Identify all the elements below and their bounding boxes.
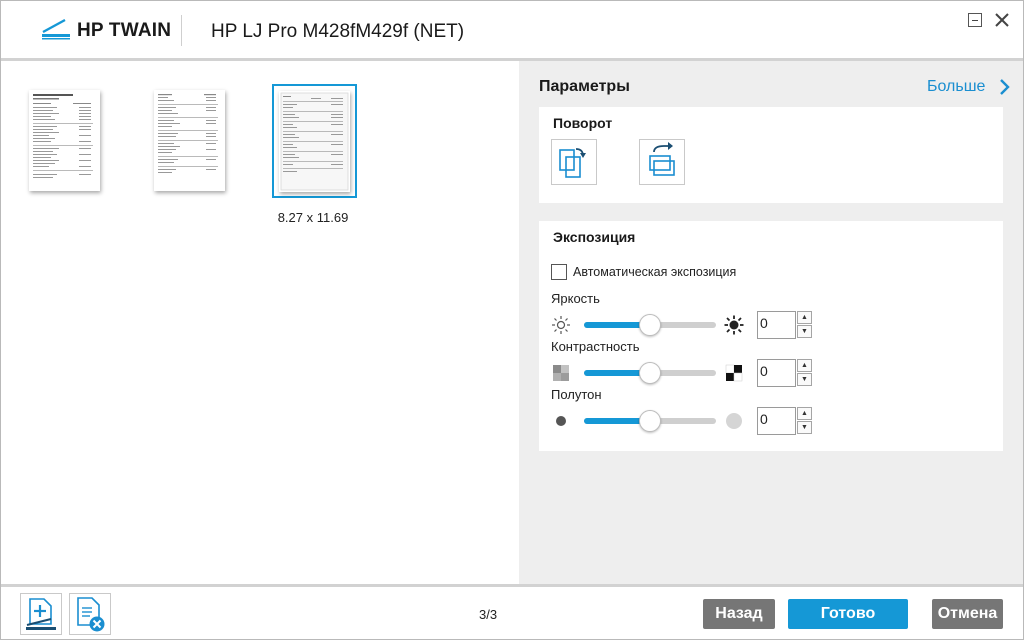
brightness-slider[interactable] <box>584 312 716 336</box>
settings-title: Параметры <box>539 78 630 95</box>
rotation-title: Поворот <box>553 115 613 131</box>
brightness-increment-button[interactable]: ▲ <box>797 311 812 324</box>
done-button[interactable]: Готово <box>788 599 908 629</box>
midtone-spinner: ▲ ▼ <box>797 407 812 435</box>
contrast-decrement-button[interactable]: ▼ <box>797 373 812 386</box>
app-name: HP TWAIN <box>77 20 172 41</box>
delete-page-button[interactable] <box>69 593 111 635</box>
back-button[interactable]: Назад <box>703 599 775 629</box>
exposure-section: Экспозиция Автоматическая экспозиция Ярк… <box>539 221 1003 451</box>
contrast-low-icon <box>553 365 569 381</box>
midtone-light-icon <box>726 413 742 429</box>
settings-pane: Параметры Больше Поворот Экспозиция Авто… <box>519 61 1023 584</box>
contrast-value-input[interactable]: 0 <box>757 359 796 387</box>
cancel-button[interactable]: Отмена <box>932 599 1003 629</box>
brightness-decrement-button[interactable]: ▼ <box>797 325 812 338</box>
contrast-label: Контрастность <box>551 339 640 354</box>
page-thumbnail-2[interactable] <box>154 90 225 191</box>
midtone-label: Полутон <box>551 387 602 402</box>
midtone-value-input[interactable]: 0 <box>757 407 796 435</box>
contrast-slider[interactable] <box>584 360 716 384</box>
page-thumbnail-3-selected[interactable] <box>272 84 357 198</box>
rotate-left-icon <box>559 148 586 178</box>
page-counter: 3/3 <box>479 607 498 622</box>
close-icon[interactable] <box>991 9 1013 31</box>
page-size-label: 8.27 x 11.69 <box>277 210 349 225</box>
rotate-right-icon <box>649 142 675 176</box>
auto-exposure-checkbox[interactable] <box>551 264 567 280</box>
page-thumbnail-3 <box>279 91 350 192</box>
contrast-slider-thumb[interactable] <box>639 362 661 384</box>
device-name: HP LJ Pro M428fM429f (NET) <box>211 21 465 42</box>
more-link[interactable]: Больше <box>927 78 985 96</box>
midtone-dark-icon <box>556 416 566 426</box>
document-page-icon <box>280 92 349 191</box>
add-page-button[interactable] <box>20 593 62 635</box>
brightness-value-input[interactable]: 0 <box>757 311 796 339</box>
footer-bar: 3/3 Назад Готово Отмена <box>1 587 1023 639</box>
delete-page-icon <box>77 597 105 632</box>
header-divider <box>181 15 182 46</box>
scanner-logo-icon <box>42 18 70 40</box>
page-thumbnail-1[interactable] <box>29 90 100 191</box>
minimize-button[interactable] <box>968 13 982 27</box>
exposure-title: Экспозиция <box>553 229 636 245</box>
rotate-right-button[interactable] <box>639 139 685 185</box>
brightness-low-icon <box>552 316 570 334</box>
title-bar: HP TWAIN HP LJ Pro M428fM429f (NET) <box>1 1 1023 59</box>
brightness-slider-thumb[interactable] <box>639 314 661 336</box>
add-page-icon <box>26 598 56 630</box>
rotate-left-button[interactable] <box>551 139 597 185</box>
midtone-slider-thumb[interactable] <box>639 410 661 432</box>
contrast-spinner: ▲ ▼ <box>797 359 812 387</box>
brightness-label: Яркость <box>551 291 600 306</box>
midtone-increment-button[interactable]: ▲ <box>797 407 812 420</box>
document-page-icon <box>33 94 93 178</box>
auto-exposure-label[interactable]: Автоматическая экспозиция <box>573 265 736 279</box>
twain-window: HP TWAIN HP LJ Pro M428fM429f (NET) 8.27… <box>0 0 1024 640</box>
contrast-increment-button[interactable]: ▲ <box>797 359 812 372</box>
brightness-spinner: ▲ ▼ <box>797 311 812 339</box>
contrast-high-icon <box>725 364 743 382</box>
brightness-high-icon <box>724 315 744 335</box>
midtone-decrement-button[interactable]: ▼ <box>797 421 812 434</box>
rotation-section: Поворот <box>539 107 1003 203</box>
document-page-icon <box>158 94 218 173</box>
midtone-slider[interactable] <box>584 408 716 432</box>
chevron-right-icon[interactable] <box>998 78 1010 96</box>
preview-pane: 8.27 x 11.69 <box>1 61 519 584</box>
